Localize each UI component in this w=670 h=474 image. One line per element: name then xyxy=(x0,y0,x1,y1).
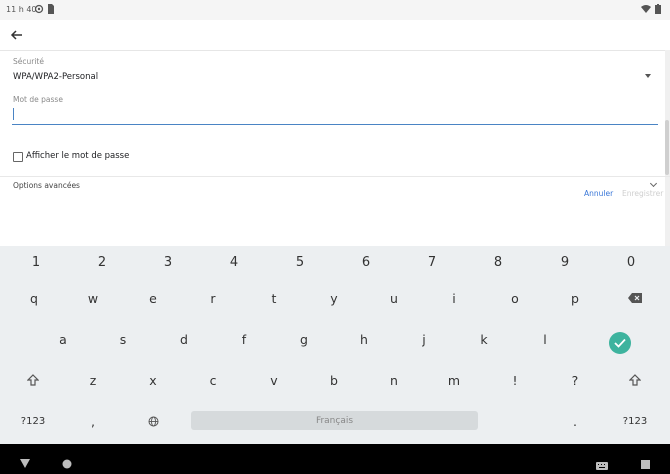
key[interactable]: 0 xyxy=(601,247,661,277)
key[interactable]: 9 xyxy=(535,247,595,277)
key[interactable]: t xyxy=(244,283,304,313)
shift-icon[interactable] xyxy=(605,365,665,395)
dropdown-arrow-icon[interactable] xyxy=(645,74,651,78)
key[interactable]: m xyxy=(424,365,484,395)
period-key[interactable]: . xyxy=(545,406,605,436)
symbols-key[interactable]: ?123 xyxy=(3,406,63,436)
scrollbar-thumb[interactable] xyxy=(665,120,669,175)
key[interactable]: r xyxy=(183,283,243,313)
sim-card-icon xyxy=(47,4,55,16)
key[interactable]: s xyxy=(93,324,153,354)
status-bar: 11 h 40 xyxy=(0,0,670,20)
key[interactable]: ? xyxy=(545,365,605,395)
scrollbar[interactable] xyxy=(665,50,670,246)
key[interactable]: x xyxy=(123,365,183,395)
cancel-button[interactable]: Annuler xyxy=(584,189,613,198)
show-password-label[interactable]: Afficher le mot de passe xyxy=(26,151,129,161)
key[interactable]: q xyxy=(4,283,64,313)
key[interactable]: k xyxy=(454,324,514,354)
key[interactable]: j xyxy=(394,324,454,354)
keyboard-row-3: z x c v b n m ! ? xyxy=(0,365,670,395)
key[interactable]: 8 xyxy=(468,247,528,277)
key[interactable]: z xyxy=(63,365,123,395)
key[interactable]: 4 xyxy=(204,247,264,277)
divider xyxy=(0,176,670,177)
key[interactable]: 5 xyxy=(270,247,330,277)
keyboard-icon[interactable] xyxy=(596,455,608,474)
key[interactable]: 1 xyxy=(6,247,66,277)
advanced-options-toggle[interactable]: Options avancées xyxy=(13,181,80,190)
key[interactable]: w xyxy=(63,283,123,313)
keyboard-number-row: 1 2 3 4 5 6 7 8 9 0 xyxy=(0,247,670,277)
key[interactable]: ! xyxy=(485,365,545,395)
back-triangle-icon[interactable] xyxy=(20,454,30,473)
app-bar xyxy=(0,20,670,51)
key[interactable]: l xyxy=(515,324,575,354)
text-cursor xyxy=(13,108,14,120)
key[interactable]: c xyxy=(183,365,243,395)
arrow-left-icon[interactable] xyxy=(8,26,26,44)
key[interactable]: y xyxy=(304,283,364,313)
save-button[interactable]: Enregistrer xyxy=(622,189,663,198)
key[interactable]: g xyxy=(274,324,334,354)
key[interactable]: d xyxy=(154,324,214,354)
battery-icon xyxy=(655,4,661,16)
recents-square-icon[interactable] xyxy=(641,454,650,473)
key[interactable]: i xyxy=(424,283,484,313)
key[interactable]: 6 xyxy=(336,247,396,277)
key[interactable]: v xyxy=(244,365,304,395)
backspace-icon[interactable] xyxy=(605,283,665,313)
sync-icon xyxy=(34,4,44,16)
key[interactable]: b xyxy=(304,365,364,395)
key[interactable]: e xyxy=(123,283,183,313)
home-circle-icon[interactable] xyxy=(62,454,72,473)
chevron-down-icon[interactable] xyxy=(649,179,658,188)
navigation-bar xyxy=(0,444,670,474)
status-time: 11 h 40 xyxy=(6,5,37,14)
key[interactable]: h xyxy=(334,324,394,354)
globe-icon[interactable] xyxy=(123,406,183,436)
symbols-key[interactable]: ?123 xyxy=(605,406,665,436)
key[interactable]: a xyxy=(33,324,93,354)
shift-icon[interactable] xyxy=(3,365,63,395)
wifi-icon xyxy=(641,4,651,16)
security-label: Sécurité xyxy=(13,57,44,66)
key[interactable]: p xyxy=(545,283,605,313)
password-label: Mot de passe xyxy=(13,95,63,104)
key[interactable]: 2 xyxy=(72,247,132,277)
key[interactable]: 7 xyxy=(402,247,462,277)
key[interactable]: u xyxy=(364,283,424,313)
key[interactable]: f xyxy=(214,324,274,354)
keyboard-row-1: q w e r t y u i o p xyxy=(0,283,670,313)
show-password-checkbox[interactable] xyxy=(13,152,23,162)
keyboard-row-2: a s d f g h j k l xyxy=(0,324,670,354)
key[interactable]: n xyxy=(364,365,424,395)
key[interactable]: o xyxy=(485,283,545,313)
security-dropdown[interactable]: WPA/WPA2-Personal xyxy=(13,72,98,82)
enter-check-icon[interactable] xyxy=(609,332,631,354)
keyboard: 1 2 3 4 5 6 7 8 9 0 q w e r t y u i o p … xyxy=(0,246,670,444)
key[interactable]: 3 xyxy=(138,247,198,277)
space-bar[interactable]: Français xyxy=(191,411,478,430)
password-input[interactable] xyxy=(12,106,658,125)
comma-key[interactable]: , xyxy=(63,406,123,436)
